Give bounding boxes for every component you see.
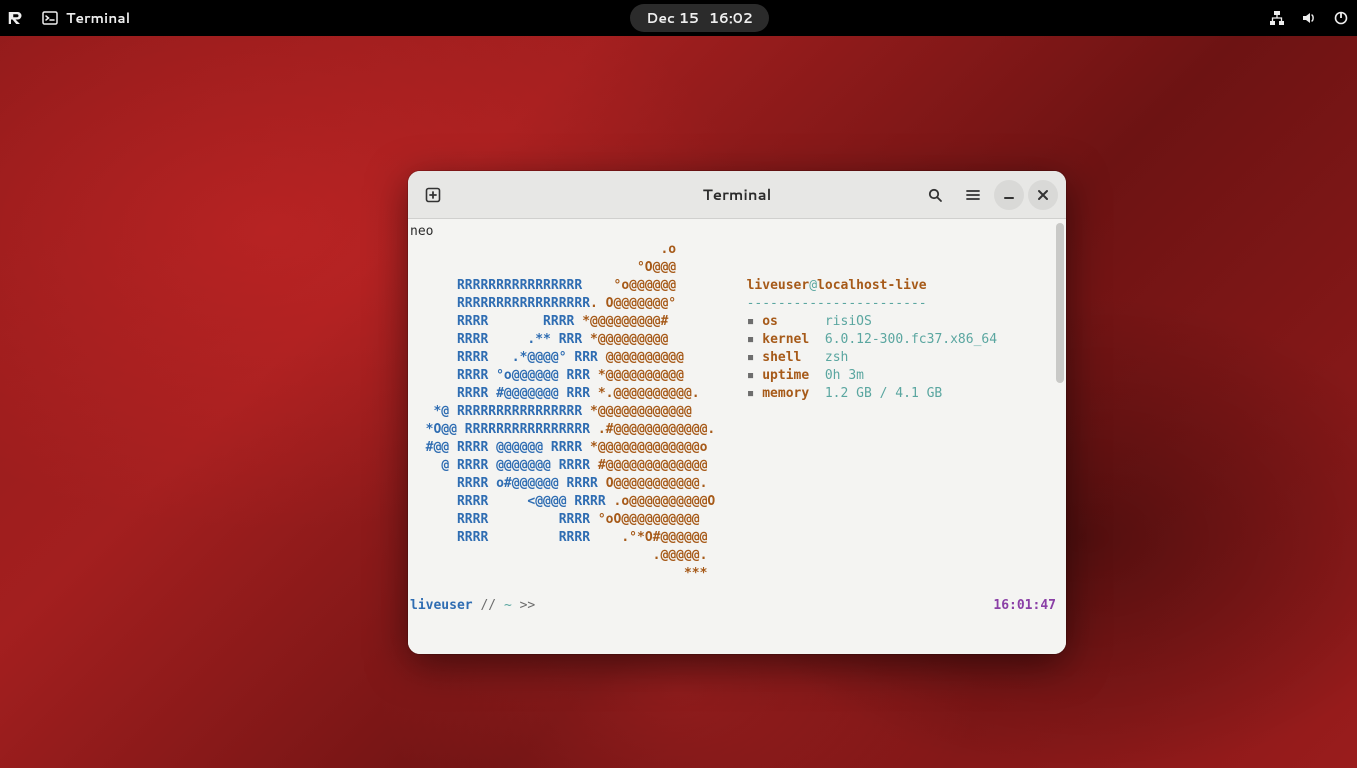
volume-status-button[interactable] — [1301, 10, 1317, 26]
terminal-icon — [42, 10, 58, 26]
network-wired-icon — [1269, 10, 1285, 26]
topbar-date: Dec 15 — [646, 8, 699, 28]
focused-app-name: Terminal — [66, 8, 130, 28]
topbar-time: 16:02 — [709, 8, 753, 28]
close-icon — [1035, 187, 1051, 203]
minimize-button[interactable] — [994, 180, 1024, 210]
minimize-icon — [1001, 187, 1017, 203]
power-icon — [1333, 10, 1349, 26]
prompt-user: liveuser — [410, 598, 473, 613]
search-icon — [927, 187, 943, 203]
prompt-sep: // — [473, 598, 504, 613]
power-status-button[interactable] — [1333, 10, 1349, 26]
prompt-path: ~ — [504, 598, 512, 613]
volume-icon — [1301, 10, 1317, 26]
close-button[interactable] — [1028, 180, 1058, 210]
prompt-time: 16:01:47 — [993, 597, 1056, 615]
scrollbar-thumb[interactable] — [1056, 223, 1064, 383]
activities-button[interactable] — [8, 9, 26, 27]
new-tab-button[interactable] — [416, 178, 450, 212]
prompt-arrow: >> — [512, 598, 543, 613]
window-headerbar: Terminal — [408, 171, 1066, 219]
risios-logo-icon — [8, 9, 26, 27]
focused-app-indicator[interactable]: Terminal — [42, 8, 130, 28]
shell-prompt: liveuser // ~ >> 16:01:47 — [410, 597, 1056, 615]
gnome-top-bar: Terminal Dec 15 16:02 — [0, 0, 1357, 36]
clock-button[interactable]: Dec 15 16:02 — [630, 4, 769, 32]
network-status-button[interactable] — [1269, 10, 1285, 26]
neofetch-output: neo .o °O@@@ RRRRRRRRRRRRRRRR °o@@@@@@ l… — [410, 223, 1056, 583]
hamburger-icon — [965, 187, 981, 203]
plus-tab-icon — [425, 187, 441, 203]
search-button[interactable] — [918, 178, 952, 212]
menu-button[interactable] — [956, 178, 990, 212]
terminal-window: Terminal — [408, 171, 1066, 654]
terminal-output-area[interactable]: neo .o °O@@@ RRRRRRRRRRRRRRRR °o@@@@@@ l… — [408, 219, 1066, 654]
